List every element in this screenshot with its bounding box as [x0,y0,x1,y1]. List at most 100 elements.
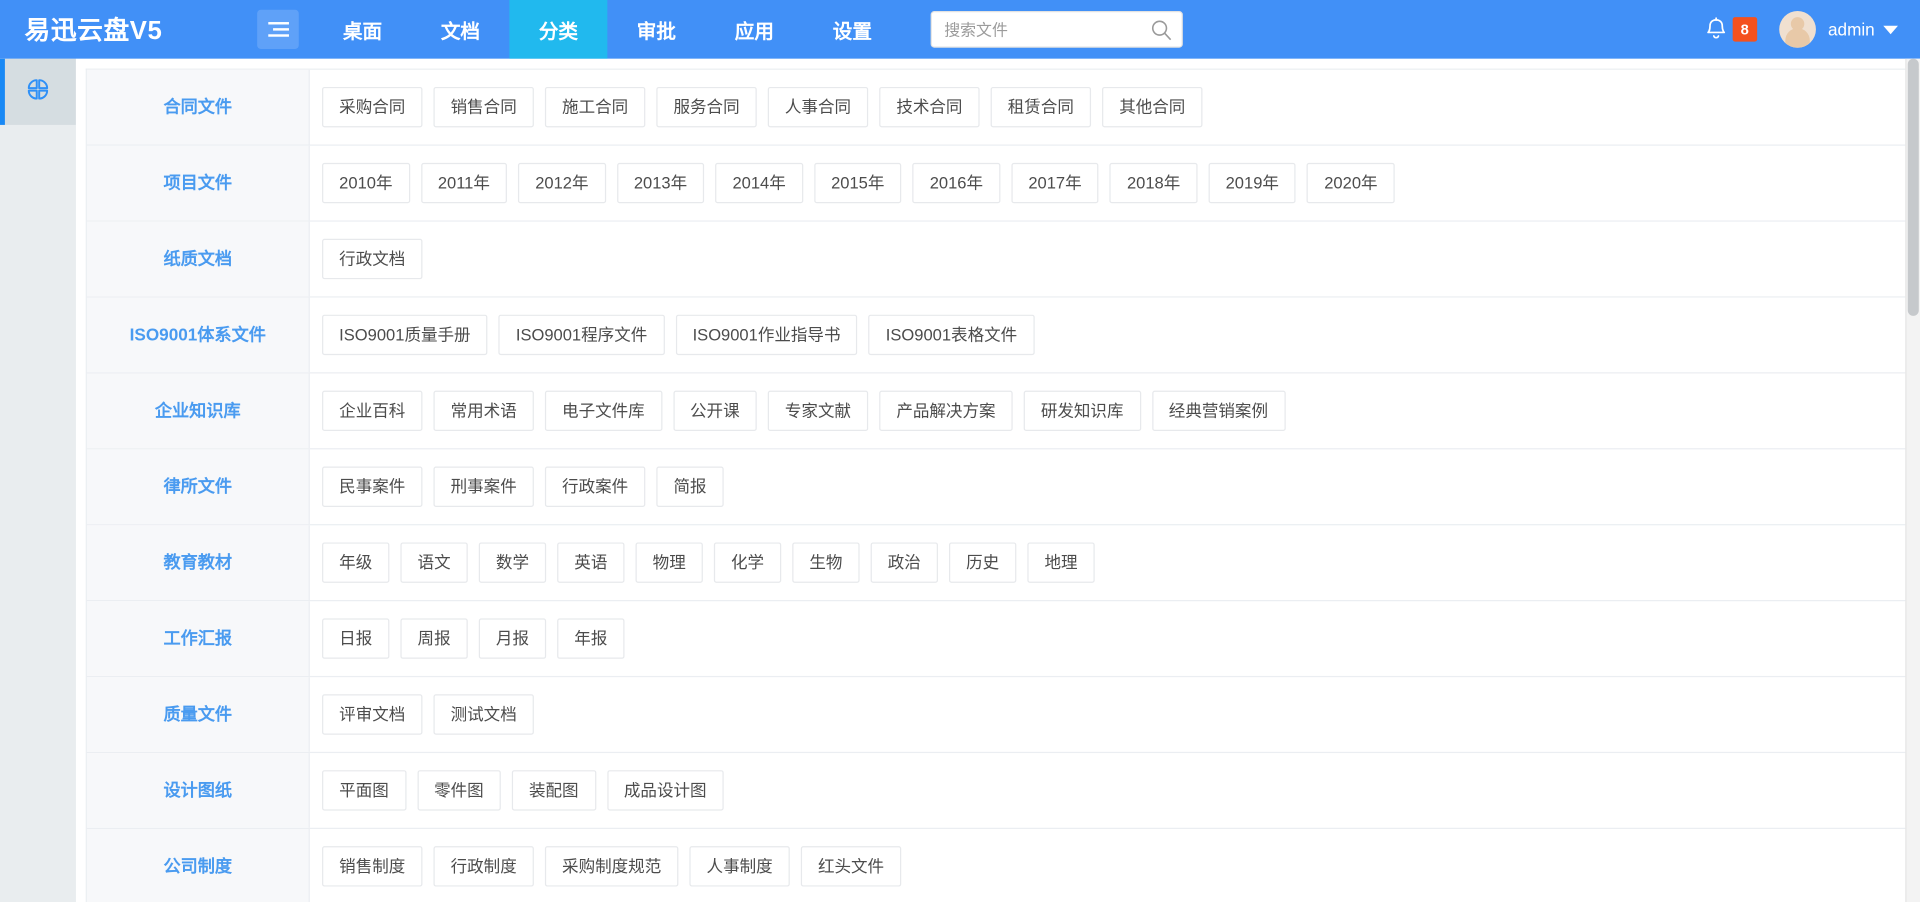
category-tag-button[interactable]: 语文 [400,542,467,583]
category-row: ISO9001体系文件ISO9001质量手册ISO9001程序文件ISO9001… [87,298,1907,374]
category-row-label: 企业知识库 [155,400,241,422]
category-tag-button[interactable]: 其他合同 [1102,87,1202,128]
category-tag-button[interactable]: 租赁合同 [991,87,1091,128]
category-tag-button[interactable]: 销售合同 [433,87,533,128]
nav-item-category[interactable]: 分类 [509,0,607,59]
app-brand-title: 易迅云盘V5 [0,11,257,48]
category-tag-button[interactable]: 日报 [322,618,389,659]
nav-item-documents[interactable]: 文档 [411,0,509,59]
category-row-label-cell[interactable]: 质量文件 [87,677,310,752]
user-avatar[interactable] [1779,11,1816,48]
category-row-label-cell[interactable]: 公司制度 [87,829,310,902]
category-tag-button[interactable]: 红头文件 [801,846,901,887]
category-tag-button[interactable]: 月报 [479,618,546,659]
category-tag-button[interactable]: 地理 [1027,542,1094,583]
category-tag-button[interactable]: 产品解决方案 [879,390,1012,431]
category-tag-button[interactable]: 2014年 [715,163,803,204]
category-tag-button[interactable]: 行政制度 [433,846,533,887]
category-table: 合同文件采购合同销售合同施工合同服务合同人事合同技术合同租赁合同其他合同项目文件… [86,69,1908,902]
category-tag-button[interactable]: ISO9001程序文件 [499,314,665,355]
category-tag-button[interactable]: 采购制度规范 [545,846,678,887]
category-tag-button[interactable]: 简报 [656,466,723,507]
category-tag-button[interactable]: 企业百科 [322,390,422,431]
category-tag-button[interactable]: 行政案件 [545,466,645,507]
page-scrollbar[interactable] [1905,59,1920,902]
category-row-label-cell[interactable]: ISO9001体系文件 [87,298,310,373]
category-tag-list: 行政文档 [310,222,1907,297]
category-tag-button[interactable]: 经典营销案例 [1152,390,1285,431]
category-tag-button[interactable]: 人事制度 [689,846,789,887]
nav-item-desktop[interactable]: 桌面 [313,0,411,59]
category-tag-button[interactable]: 2018年 [1110,163,1198,204]
bell-icon[interactable] [1704,17,1727,41]
username-label[interactable]: admin [1828,20,1875,40]
category-tag-button[interactable]: 评审文档 [322,694,422,735]
search-input[interactable] [931,11,1183,48]
hamburger-icon[interactable] [257,10,299,49]
category-tag-button[interactable]: ISO9001质量手册 [322,314,488,355]
category-tag-button[interactable]: ISO9001作业指导书 [675,314,857,355]
category-tag-button[interactable]: 销售制度 [322,846,422,887]
category-tag-button[interactable]: 专家文献 [768,390,868,431]
category-row: 企业知识库 企业百科常用术语电子文件库公开课专家文献产品解决方案研发知识库经典营销… [87,373,1907,449]
search-icon[interactable] [1146,11,1175,48]
category-row-label-cell[interactable]: 纸质文档 [87,222,310,297]
apps-grid-icon [23,74,52,110]
category-tag-button[interactable]: 2013年 [617,163,705,204]
notification-count-badge[interactable]: 8 [1732,17,1756,41]
category-tag-button[interactable]: 公开课 [673,390,757,431]
category-tag-button[interactable]: 2020年 [1307,163,1395,204]
nav-item-apps[interactable]: 应用 [705,0,803,59]
category-row-label-cell[interactable]: 合同文件 [87,70,310,145]
category-row-label-cell[interactable]: 设计图纸 [87,753,310,828]
category-tag-button[interactable]: 行政文档 [322,238,422,279]
category-tag-button[interactable]: 研发知识库 [1024,390,1141,431]
category-tag-button[interactable]: 2010年 [322,163,410,204]
category-row-label: 项目文件 [163,172,232,194]
category-tag-button[interactable]: 英语 [557,542,624,583]
category-tag-button[interactable]: 2016年 [913,163,1001,204]
category-tag-button[interactable]: 周报 [400,618,467,659]
category-tag-button[interactable]: 2012年 [518,163,606,204]
category-tag-button[interactable]: 零件图 [417,770,501,811]
category-tag-button[interactable]: ISO9001表格文件 [869,314,1035,355]
nav-item-settings[interactable]: 设置 [803,0,901,59]
category-row-label-cell[interactable]: 教育教材 [87,525,310,600]
category-tag-button[interactable]: 人事合同 [768,87,868,128]
category-tag-button[interactable]: 2017年 [1011,163,1099,204]
chevron-down-icon[interactable] [1883,25,1898,34]
category-tag-button[interactable]: 平面图 [322,770,406,811]
category-tag-button[interactable]: 施工合同 [545,87,645,128]
category-tag-button[interactable]: 化学 [714,542,781,583]
category-tag-button[interactable]: 服务合同 [656,87,756,128]
category-tag-button[interactable]: 技术合同 [879,87,979,128]
category-tag-button[interactable]: 2015年 [814,163,902,204]
category-row-label-cell[interactable]: 企业知识库 [87,373,310,448]
category-tag-button[interactable]: 生物 [792,542,859,583]
category-tag-button[interactable]: 数学 [479,542,546,583]
category-tag-button[interactable]: 装配图 [512,770,596,811]
category-tag-button[interactable]: 政治 [871,542,938,583]
category-tag-button[interactable]: 2019年 [1208,163,1296,204]
category-tag-button[interactable]: 年级 [322,542,389,583]
category-row: 项目文件2010年2011年2012年2013年2014年2015年2016年2… [87,146,1907,222]
category-tag-button[interactable]: 常用术语 [433,390,533,431]
nav-item-approval[interactable]: 审批 [607,0,705,59]
sidebar-item-categories[interactable] [0,59,76,125]
category-tag-button[interactable]: 成品设计图 [607,770,724,811]
category-row-label-cell[interactable]: 律所文件 [87,449,310,524]
category-tag-button[interactable]: 测试文档 [433,694,533,735]
category-tag-button[interactable]: 采购合同 [322,87,422,128]
category-row-label-cell[interactable]: 项目文件 [87,146,310,221]
scrollbar-thumb[interactable] [1908,59,1919,316]
category-tag-button[interactable]: 物理 [636,542,703,583]
category-row-label: ISO9001体系文件 [130,324,266,346]
category-tag-list: 评审文档测试文档 [310,677,1907,752]
category-tag-button[interactable]: 民事案件 [322,466,422,507]
category-tag-button[interactable]: 电子文件库 [545,390,662,431]
category-tag-button[interactable]: 2011年 [421,163,507,204]
category-tag-button[interactable]: 历史 [949,542,1016,583]
category-tag-button[interactable]: 年报 [557,618,624,659]
category-row-label-cell[interactable]: 工作汇报 [87,601,310,676]
category-tag-button[interactable]: 刑事案件 [433,466,533,507]
